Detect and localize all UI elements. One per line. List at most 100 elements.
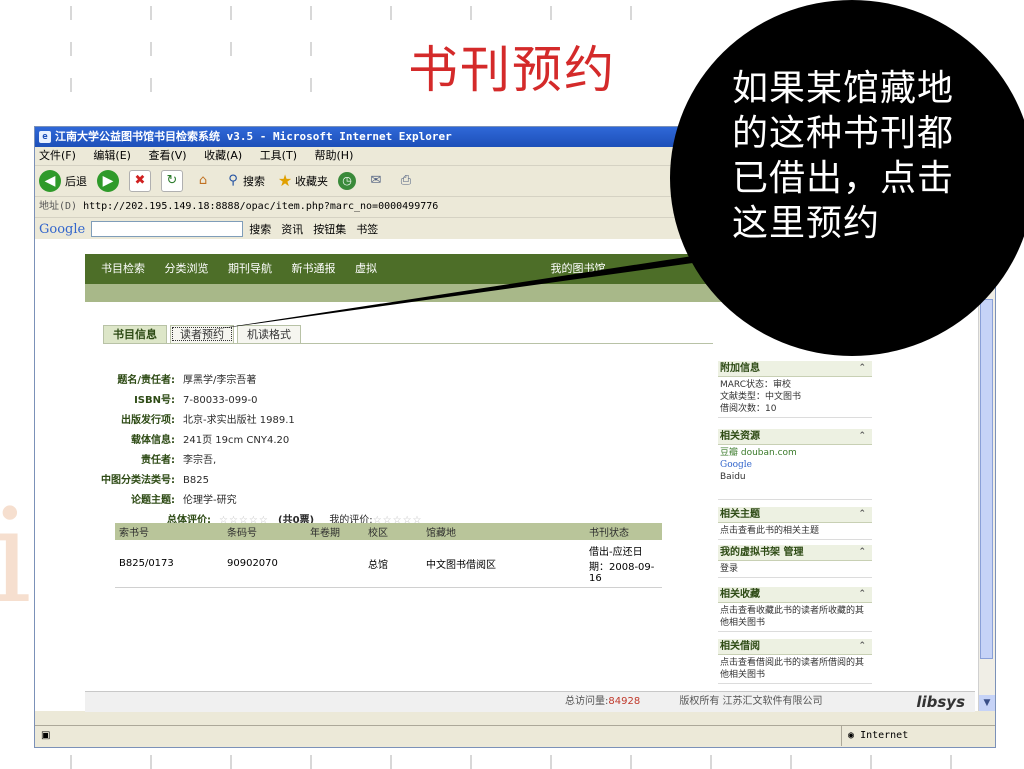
cell-call-number: B825/0173 [115, 540, 223, 588]
panel-related-borrowing: 相关借阅 ⌃ 点击查看借阅此书的读者所借阅的其他相关图书 [718, 639, 872, 684]
home-icon: ⌂ [198, 173, 208, 188]
callout-text: 如果某馆藏地的这种书刊都已借出，点击这里预约 [732, 68, 955, 244]
menu-file[interactable]: 文件(F) [39, 149, 76, 162]
deco-tick [470, 755, 472, 769]
deco-tick [310, 6, 312, 20]
scrollbar-thumb[interactable] [980, 299, 993, 659]
field-author: 责任者: 李宗吾, [141, 455, 217, 466]
holdings-table: 索书号 条码号 年卷期 校区 馆藏地 书刊状态 B825/0173 909020… [115, 523, 662, 588]
back-button[interactable]: ◀ 后退 [39, 170, 87, 192]
detail-tabs: 书目信息 读者预约 机读格式 [103, 325, 304, 343]
nav-item[interactable]: 新书通报 [292, 262, 336, 275]
col-barcode: 条码号 [223, 523, 306, 540]
col-status: 书刊状态 [585, 523, 662, 540]
google-search-button[interactable]: 搜索 [249, 221, 271, 237]
google-search-input[interactable] [91, 221, 244, 237]
panel-related-resources: 相关资源 ⌃ 豆瓣 douban.com Google Baidu [718, 429, 872, 500]
mail-button[interactable]: ✉ [366, 171, 386, 191]
cell-volume [306, 540, 364, 588]
collapse-icon[interactable]: ⌃ [858, 545, 866, 560]
forward-arrow-icon: ▶ [97, 170, 119, 192]
tab-book-info[interactable]: 书目信息 [103, 325, 167, 343]
collapse-icon[interactable]: ⌃ [858, 361, 866, 376]
print-button[interactable]: ⎙ [396, 171, 416, 191]
address-field[interactable]: http://202.195.149.18:8888/opac/item.php… [83, 201, 438, 212]
status-bar: ▣ ◉ Internet [35, 725, 995, 746]
menu-tools[interactable]: 工具(T) [260, 149, 297, 162]
col-location: 馆藏地 [422, 523, 585, 540]
google-bookmarks-button[interactable]: 书签 [356, 221, 378, 237]
deco-tick [70, 755, 72, 769]
deco-tick [150, 755, 152, 769]
holdings-header-row: 索书号 条码号 年卷期 校区 馆藏地 书刊状态 [115, 523, 662, 540]
panel-related-collections: 相关收藏 ⌃ 点击查看收藏此书的读者所收藏的其他相关图书 [718, 587, 872, 632]
search-icon: ⚲ [228, 173, 238, 188]
deco-tick [870, 755, 872, 769]
deco-tick [790, 755, 792, 769]
related-collections-link[interactable]: 点击查看收藏此书的读者所收藏的其他相关图书 [720, 605, 870, 629]
table-row: B825/0173 90902070 总馆 中文图书借阅区 借出-应还日期：20… [115, 540, 662, 588]
login-link[interactable]: 登录 [720, 563, 870, 575]
vertical-scrollbar[interactable]: ▼ [978, 239, 995, 711]
site-nav: 书目检索 分类浏览 期刊导航 新书通报 虚拟 我的图书馆 [85, 254, 975, 284]
nav-item[interactable]: 期刊导航 [228, 262, 272, 275]
panel-title: 我的虚拟书架 管理 [720, 547, 804, 558]
stop-button[interactable]: ✖ [129, 170, 151, 192]
tab-marc-format[interactable]: 机读格式 [237, 325, 301, 343]
back-label: 后退 [65, 175, 87, 188]
col-campus: 校区 [364, 523, 422, 540]
deco-tick [710, 755, 712, 769]
deco-tick [230, 755, 232, 769]
deco-tick [550, 6, 552, 20]
scroll-down-icon[interactable]: ▼ [979, 695, 995, 711]
menu-favorites[interactable]: 收藏(A) [204, 149, 242, 162]
libsys-logo: libsys [916, 693, 965, 711]
forward-button[interactable]: ▶ [97, 170, 119, 192]
deco-tick [630, 755, 632, 769]
history-button[interactable]: ◷ [338, 172, 356, 190]
visits-count: 84928 [608, 696, 641, 707]
baidu-link[interactable]: Baidu [720, 471, 870, 483]
nav-item[interactable]: 我的图书馆 [551, 262, 606, 275]
nav-item[interactable]: 分类浏览 [165, 262, 209, 275]
subject-link[interactable]: 伦理学-研究 [183, 495, 237, 506]
home-button[interactable]: ⌂ [193, 171, 213, 191]
nav-item[interactable]: 书目检索 [101, 262, 145, 275]
print-icon: ⎙ [400, 173, 412, 188]
tab-divider [103, 343, 713, 344]
classification-link[interactable]: B825 [183, 475, 209, 486]
favorites-button[interactable]: ★ 收藏夹 [275, 171, 328, 191]
search-label: 搜索 [243, 175, 265, 188]
collapse-icon[interactable]: ⌃ [858, 587, 866, 602]
collapse-icon[interactable]: ⌃ [858, 507, 866, 522]
nav-item[interactable]: 虚拟 [355, 262, 377, 275]
panel-title: 相关主题 [720, 509, 760, 520]
favorites-label: 收藏夹 [295, 175, 328, 188]
panel-title: 附加信息 [720, 363, 760, 374]
field-publisher: 出版发行项: 北京-求实出版社 1989.1 [121, 415, 295, 426]
history-icon: ◷ [338, 172, 356, 190]
google-news-button[interactable]: 资讯 [281, 221, 303, 237]
search-button[interactable]: ⚲ 搜索 [223, 171, 265, 191]
field-physical: 载体信息: 241页 19cm CNY4.20 [131, 435, 290, 446]
tab-reader-reservation[interactable]: 读者预约 [170, 325, 234, 343]
refresh-button[interactable]: ↻ [161, 170, 183, 192]
field-classification: 中图分类法类号: B825 [101, 475, 209, 486]
deco-tick [390, 755, 392, 769]
related-subjects-link[interactable]: 点击查看此书的相关主题 [720, 525, 870, 537]
google-link[interactable]: Google [720, 459, 870, 471]
collapse-icon[interactable]: ⌃ [858, 639, 866, 654]
related-borrowing-link[interactable]: 点击查看借阅此书的读者所借阅的其他相关图书 [720, 657, 870, 681]
menu-edit[interactable]: 编辑(E) [93, 149, 131, 162]
panel-title: 相关收藏 [720, 589, 760, 600]
douban-link[interactable]: 豆瓣 douban.com [720, 447, 870, 459]
menu-view[interactable]: 查看(V) [148, 149, 186, 162]
menu-help[interactable]: 帮助(H) [315, 149, 354, 162]
google-buttons-button[interactable]: 按钮集 [313, 221, 346, 237]
page-footer: 总访问量:84928 版权所有 江苏汇文软件有限公司 libsys [85, 691, 975, 712]
panel-line: 文献类型：中文图书 [720, 392, 802, 402]
collapse-icon[interactable]: ⌃ [858, 429, 866, 444]
panel-line: 借阅次数：10 [720, 404, 777, 414]
deco-tick [630, 6, 632, 20]
cell-campus: 总馆 [364, 540, 422, 588]
